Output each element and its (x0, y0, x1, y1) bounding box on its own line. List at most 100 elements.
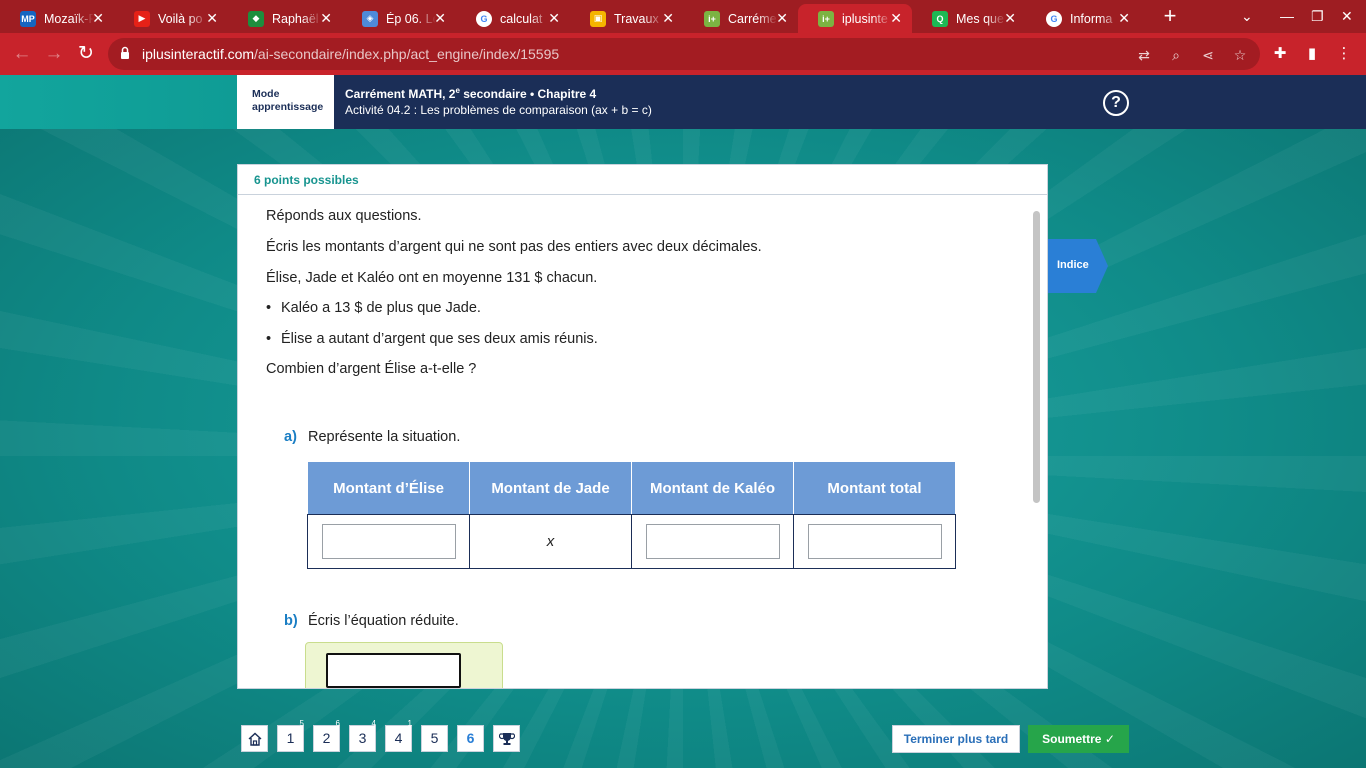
kaleo-amount-input[interactable] (645, 524, 780, 559)
page-number: 1 (286, 730, 295, 746)
submit-button[interactable]: Soumettre ✓ (1028, 725, 1129, 753)
situation-table: Montant d’Élise Montant de Jade Montant … (307, 461, 956, 569)
tab-close-icon[interactable]: ✕ (1004, 11, 1016, 25)
tab-title: calculat (500, 11, 543, 26)
forward-icon[interactable]: → (43, 43, 65, 65)
menu-icon[interactable]: ⋮ (1335, 45, 1353, 63)
elise-amount-input[interactable] (321, 524, 456, 559)
attempt-badge: 4 (371, 719, 376, 728)
tab-favicon-icon: Q (932, 10, 948, 27)
tab-close-icon[interactable]: ✕ (776, 11, 788, 25)
browser-tab[interactable]: ▶ Voilà po ✕ (114, 4, 228, 33)
share-icon[interactable]: ⋖ (1199, 46, 1217, 64)
cell-elise (307, 514, 470, 569)
extensions-icon[interactable]: ✚ (1271, 45, 1289, 63)
browser-tab[interactable]: Gcalculat ✕ (456, 4, 570, 33)
tab-title: Mozaïk-P (44, 11, 94, 26)
tab-close-icon[interactable]: ✕ (320, 11, 332, 25)
tab-close-icon[interactable]: ✕ (662, 11, 674, 25)
browser-tab[interactable]: Q Mes que ✕ (912, 4, 1026, 33)
tab-close-icon[interactable]: ✕ (206, 11, 218, 25)
instruction-line: Réponds aux questions. (266, 208, 422, 224)
question-panel: 6 points possibles Réponds aux questions… (237, 164, 1048, 689)
page-button-3[interactable]: 34 (349, 719, 376, 752)
side-panel-icon[interactable]: ▮ (1303, 45, 1321, 63)
help-button[interactable]: ? (1103, 90, 1129, 116)
app-header: Mode apprentissage Carrément MATH, 2e se… (0, 75, 1366, 129)
tab-close-icon[interactable]: ✕ (434, 11, 446, 25)
tab-close-icon[interactable]: ✕ (548, 11, 560, 25)
hint-label[interactable]: Indice (1057, 259, 1089, 271)
activity-title: Activité 04.2 : Les problèmes de compara… (345, 103, 652, 117)
page-button-2[interactable]: 26 (313, 719, 340, 752)
page-number: 5 (430, 730, 439, 746)
total-amount-input[interactable] (807, 524, 942, 559)
attempt-badge: 5 (299, 719, 304, 728)
cell-kaleo (631, 514, 794, 569)
close-window-button[interactable]: ✕ (1341, 8, 1353, 25)
page-button-6[interactable]: 6 (457, 725, 484, 752)
tab-search-icon[interactable]: ⌄ (1241, 8, 1253, 25)
tab-favicon-icon: ▶ (134, 10, 150, 27)
part-b-letter: b) (284, 613, 298, 629)
browser-tab[interactable]: ◈ Ép 06. Le ✕ (342, 4, 456, 33)
tab-title: Carréme (728, 11, 777, 26)
results-button[interactable] (493, 725, 520, 752)
browser-tab[interactable]: ◆ Raphaël ✕ (228, 4, 342, 33)
restore-button[interactable]: ❐ (1311, 8, 1324, 25)
browser-tab[interactable]: ▣ Travaux ✕ (570, 4, 684, 33)
bookmark-star-icon[interactable]: ☆ (1231, 46, 1249, 64)
page-number: 6 (466, 730, 475, 746)
address-bar[interactable]: iplusinteractif.com/ai-secondaire/index.… (108, 38, 1260, 70)
tab-favicon-icon: G (476, 10, 492, 27)
bullet-item: • Kaléo a 13 $ de plus que Jade. (266, 300, 481, 316)
page-button-5[interactable]: 5 (421, 725, 448, 752)
question-prompt: Combien d’argent Élise a-t-elle ? (266, 361, 477, 377)
bullet-item: • Élise a autant d’argent que ses deux am… (266, 331, 598, 347)
browser-tab[interactable]: MP Mozaïk-P ✕ (0, 4, 114, 33)
browser-tab[interactable]: i+ Carréme ✕ (684, 4, 798, 33)
header-jade: Montant de Jade (469, 461, 632, 515)
tab-title: Informa (1070, 11, 1113, 26)
panel-scrollbar[interactable] (1033, 211, 1040, 503)
attempt-badge: 1 (407, 719, 412, 728)
attempt-badge: 6 (335, 719, 340, 728)
mode-label: Mode apprentissage (237, 75, 334, 129)
part-b-text: Écris l’équation réduite. (308, 613, 459, 629)
translate-icon[interactable]: ⇄ (1135, 46, 1153, 64)
page-number: 2 (322, 730, 331, 746)
equation-input[interactable] (326, 653, 461, 688)
back-icon[interactable]: ← (11, 43, 33, 65)
browser-tab[interactable]: i+ iplusinte ✕ (798, 4, 912, 33)
reload-icon[interactable]: ↻ (75, 43, 97, 65)
check-icon: ✓ (1104, 732, 1115, 746)
home-button[interactable] (241, 725, 268, 752)
tab-title: Ép 06. Le (386, 11, 436, 26)
tab-title: Travaux (614, 11, 659, 26)
page-number: 3 (358, 730, 367, 746)
url-text: iplusinteractif.com/ai-secondaire/index.… (142, 46, 560, 62)
page-button-1[interactable]: 15 (277, 719, 304, 752)
header-kaleo: Montant de Kaléo (631, 461, 794, 515)
tab-favicon-icon: i+ (818, 10, 834, 27)
cell-total (793, 514, 956, 569)
home-icon (248, 732, 262, 746)
minimize-button[interactable]: — (1280, 8, 1294, 24)
browser-tab[interactable]: G Informa ✕ (1026, 4, 1140, 33)
zoom-icon[interactable]: ⌕ (1167, 46, 1185, 64)
course-info: Carrément MATH, 2e secondaire • Chapitre… (345, 86, 652, 117)
cell-jade: x (469, 514, 632, 569)
tab-close-icon[interactable]: ✕ (890, 11, 902, 25)
tab-close-icon[interactable]: ✕ (1118, 11, 1130, 25)
finish-later-button[interactable]: Terminer plus tard (892, 725, 1020, 753)
equation-box (305, 642, 503, 688)
tab-title: Raphaël (272, 11, 319, 26)
part-a-text: Représente la situation. (308, 429, 461, 445)
tab-favicon-icon: ◈ (362, 10, 378, 27)
header-total: Montant total (793, 461, 956, 515)
new-tab-button[interactable]: + (1160, 5, 1180, 27)
tab-favicon-icon: ◆ (248, 10, 264, 27)
part-a-letter: a) (284, 429, 297, 445)
tab-close-icon[interactable]: ✕ (92, 11, 104, 25)
page-button-4[interactable]: 41 (385, 719, 412, 752)
